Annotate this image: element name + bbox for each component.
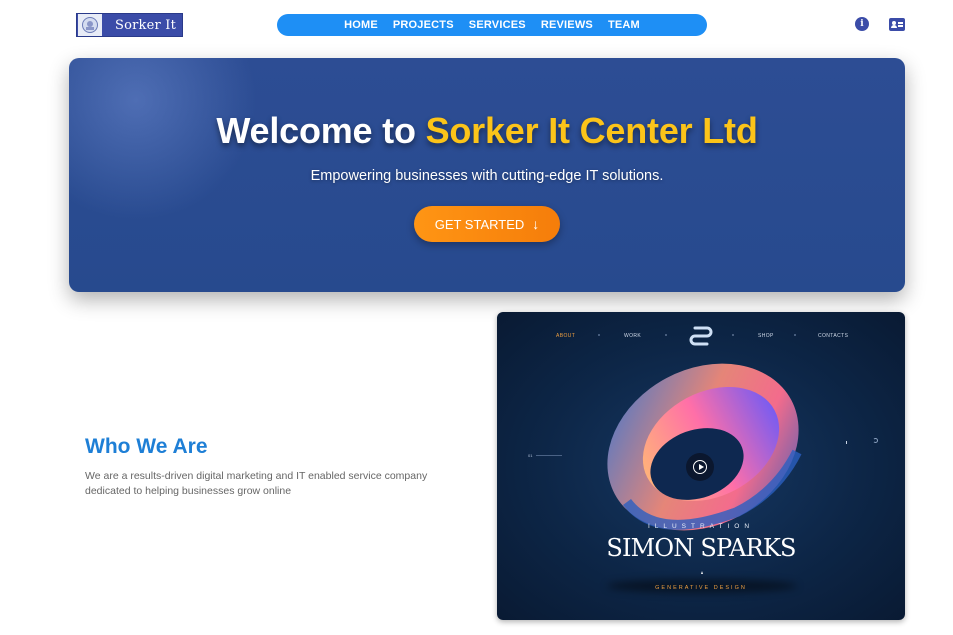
showcase-kicker: ILLUSTRATION [647,523,755,530]
nav-services[interactable]: SERVICES [469,19,526,31]
contact-card-icon[interactable] [889,18,905,31]
showcase-tagline: GENERATIVE DESIGN [655,585,747,591]
get-started-button[interactable]: GET STARTED ↓ [414,206,560,242]
site-logo[interactable]: Sorker It [76,13,183,37]
hero-subtitle: Empowering businesses with cutting-edge … [310,168,664,184]
logo-text: Sorker It [115,17,177,33]
who-we-are-text: We are a results-driven digital marketin… [85,470,428,497]
side-scroll-icon [873,438,878,443]
hero-title-highlight: Sorker It Center Ltd [425,110,758,151]
who-we-are-title: Who We Are [85,435,208,458]
page: Sorker It HOME PROJECTS SERVICES REVIEWS… [0,0,953,635]
showcase-name: SIMON SPARKS [606,534,796,562]
get-started-label: GET STARTED [434,216,525,232]
info-icon[interactable]: i [855,17,869,31]
caret-up-icon [701,571,703,574]
hero-banner: Welcome to Sorker It Center Ltd Empoweri… [69,58,905,292]
nav-projects[interactable]: PROJECTS [393,19,454,31]
nav-reviews[interactable]: REVIEWS [541,19,593,31]
showcase-image[interactable]: ABOUT WORK SHOP CONTACTS 01 ILLUSTRATION… [497,312,905,620]
nav-team[interactable]: TEAM [608,19,640,31]
main-nav: HOME PROJECTS SERVICES REVIEWS TEAM [277,14,707,36]
hero-title: Welcome to Sorker It Center Ltd [69,110,905,152]
nav-home[interactable]: HOME [344,19,378,31]
side-marker [845,441,847,444]
play-icon[interactable] [686,453,714,481]
logo-seal-icon [78,14,102,36]
arrow-down-icon: ↓ [532,216,540,232]
hero-title-prefix: Welcome to [216,110,426,151]
